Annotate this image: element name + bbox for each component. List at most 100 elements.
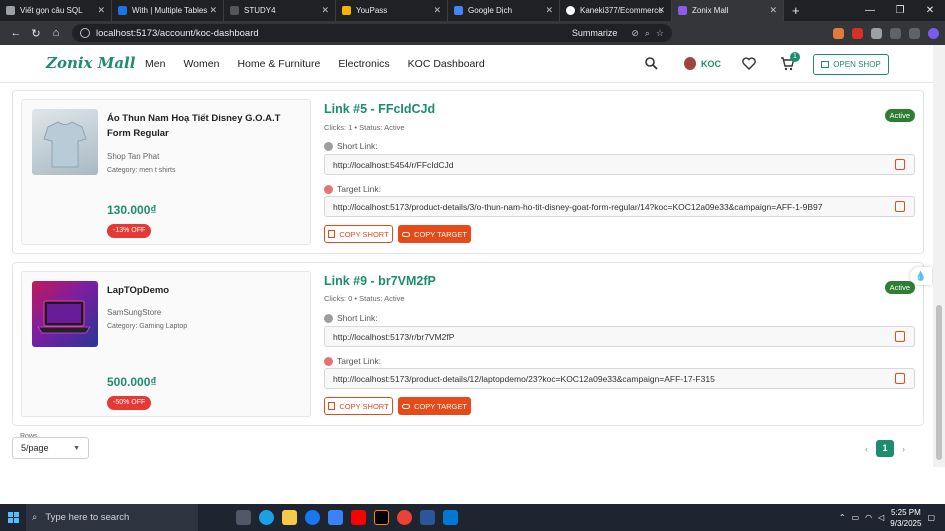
nav-item-electronics[interactable]: Electronics: [338, 58, 389, 70]
back-icon[interactable]: ←: [6, 27, 26, 39]
caret-down-icon: ▼: [73, 444, 80, 452]
store-icon[interactable]: [328, 510, 343, 525]
jetbrains-icon[interactable]: [374, 510, 389, 525]
start-button[interactable]: [0, 504, 26, 531]
short-link-field[interactable]: http://localhost:5173/r/br7VM2fP: [324, 326, 915, 347]
close-icon[interactable]: ✕: [657, 5, 665, 16]
nav-item-home-furniture[interactable]: Home & Furniture: [237, 58, 320, 70]
favorites-icon[interactable]: [890, 27, 901, 39]
heart-icon[interactable]: [742, 57, 756, 73]
copy-target-button[interactable]: COPY TARGET: [398, 225, 471, 243]
next-page-icon[interactable]: ›: [902, 444, 905, 454]
browser-tab[interactable]: YouPass ✕: [336, 0, 448, 21]
extensions-area: [833, 27, 939, 39]
product-name[interactable]: LapTOpDemo: [107, 283, 302, 298]
nav-item-women[interactable]: Women: [183, 58, 219, 70]
volume-icon[interactable]: ◁: [878, 513, 884, 522]
close-icon[interactable]: ✕: [321, 5, 329, 16]
chevron-up-icon[interactable]: ⌃: [839, 513, 846, 522]
copy-short-button[interactable]: COPY SHORT: [324, 397, 393, 415]
collections-icon[interactable]: [909, 27, 920, 39]
youtube-icon[interactable]: [351, 510, 366, 525]
copy-short-button[interactable]: COPY SHORT: [324, 225, 393, 243]
task-view-icon[interactable]: [236, 510, 251, 525]
chrome-icon[interactable]: [397, 510, 412, 525]
maximize-icon[interactable]: ❐: [885, 5, 915, 16]
file-explorer-icon[interactable]: [282, 510, 297, 525]
windows-logo-icon: [7, 512, 19, 523]
home-icon[interactable]: ⌂: [46, 27, 66, 39]
browser-tab[interactable]: With | Multiple Tables ✕: [112, 0, 224, 21]
copy-short-label: COPY SHORT: [339, 401, 389, 411]
facebook-icon[interactable]: [305, 510, 320, 525]
close-icon[interactable]: ✕: [97, 5, 105, 16]
tab-favicon-icon: [342, 6, 351, 15]
copy-icon: [328, 230, 336, 238]
taskbar-clock[interactable]: 5:25 PM 9/3/2025: [890, 507, 921, 529]
search-icon[interactable]: [645, 57, 658, 73]
product-name[interactable]: Áo Thun Nam Hoạ Tiết Disney G.O.A.T Form…: [107, 111, 302, 141]
tab-favicon-icon: [230, 6, 239, 15]
page-scrollbar[interactable]: [933, 45, 945, 467]
short-link-field[interactable]: http://localhost:5454/r/FFcIdCJd: [324, 154, 915, 175]
nav-item-men[interactable]: Men: [145, 58, 165, 70]
browser-tab[interactable]: Google Dịch ✕: [448, 0, 560, 21]
translate-icon[interactable]: ⊘: [631, 28, 639, 39]
copy-icon[interactable]: [895, 201, 905, 212]
edge-icon[interactable]: [259, 510, 274, 525]
zoom-icon[interactable]: ⌕: [645, 28, 650, 39]
wifi-icon[interactable]: ◠: [865, 513, 872, 522]
minimize-icon[interactable]: —: [855, 5, 885, 16]
site-info-icon[interactable]: [80, 28, 90, 38]
tab-favicon-icon: [566, 6, 575, 15]
close-window-icon[interactable]: ✕: [915, 5, 945, 16]
new-tab-button[interactable]: +: [784, 0, 808, 21]
taskbar-search[interactable]: ⌕ Type here to search: [26, 504, 198, 531]
copy-icon[interactable]: [895, 159, 905, 170]
notifications-icon[interactable]: ▢: [927, 513, 935, 522]
extension-icon[interactable]: [833, 27, 844, 39]
extension-icon[interactable]: [852, 27, 863, 39]
copy-icon[interactable]: [895, 331, 905, 342]
copilot-icon[interactable]: [928, 27, 939, 39]
discount-badge: -13% OFF: [107, 224, 152, 238]
reload-icon[interactable]: ↻: [26, 27, 46, 40]
nav-item-koc-dashboard[interactable]: KOC Dashboard: [408, 58, 485, 70]
close-icon[interactable]: ✕: [545, 5, 553, 16]
page-button-current[interactable]: 1: [876, 440, 894, 457]
word-icon[interactable]: [420, 510, 435, 525]
url-text: localhost:5173/account/koc-dashboard: [96, 27, 259, 39]
close-icon[interactable]: ✕: [209, 5, 217, 16]
scrollbar-thumb[interactable]: [936, 305, 942, 460]
extensions-puzzle-icon[interactable]: [871, 27, 882, 39]
bookmark-star-icon[interactable]: ☆: [656, 28, 664, 39]
target-link-field[interactable]: http://localhost:5173/product-details/12…: [324, 368, 915, 389]
rows-per-page-select[interactable]: 5/page ▼: [12, 437, 89, 459]
floating-helper-icon[interactable]: 💧: [910, 267, 932, 285]
copy-target-button[interactable]: COPY TARGET: [398, 397, 471, 415]
short-link-label: Short Link:: [324, 141, 378, 151]
browser-tab[interactable]: Viết gọn câu SQL ✕: [0, 0, 112, 21]
network-icon[interactable]: ▭: [852, 513, 860, 522]
browser-tab[interactable]: STUDY4 ✕: [224, 0, 336, 21]
status-badge: Active: [884, 281, 915, 294]
cart-count-badge: 1: [790, 52, 800, 62]
link-meta: Clicks: 1 • Status: Active: [324, 123, 405, 132]
short-link-value: http://localhost:5454/r/FFcIdCJd: [333, 159, 454, 170]
copy-icon[interactable]: [895, 373, 905, 384]
site-logo[interactable]: Zonix Mall: [46, 54, 135, 72]
short-link-label-text: Short Link:: [337, 313, 378, 323]
short-link-label: Short Link:: [324, 313, 378, 323]
vscode-icon[interactable]: [443, 510, 458, 525]
browser-tab-active[interactable]: Zonix Mall ✕: [672, 0, 784, 21]
close-icon[interactable]: ✕: [433, 5, 441, 16]
summarize-button[interactable]: Summarize: [572, 28, 618, 38]
url-input[interactable]: localhost:5173/account/koc-dashboard Sum…: [72, 24, 672, 42]
browser-tab[interactable]: Kaneki377/Ecommerce ✕: [560, 0, 672, 21]
tab-title: With | Multiple Tables: [132, 6, 208, 15]
user-menu[interactable]: KOC: [684, 57, 721, 70]
close-icon[interactable]: ✕: [769, 5, 777, 16]
open-shop-button[interactable]: OPEN SHOP: [813, 54, 889, 75]
target-link-field[interactable]: http://localhost:5173/product-details/3/…: [324, 196, 915, 217]
prev-page-icon[interactable]: ‹: [865, 444, 868, 454]
